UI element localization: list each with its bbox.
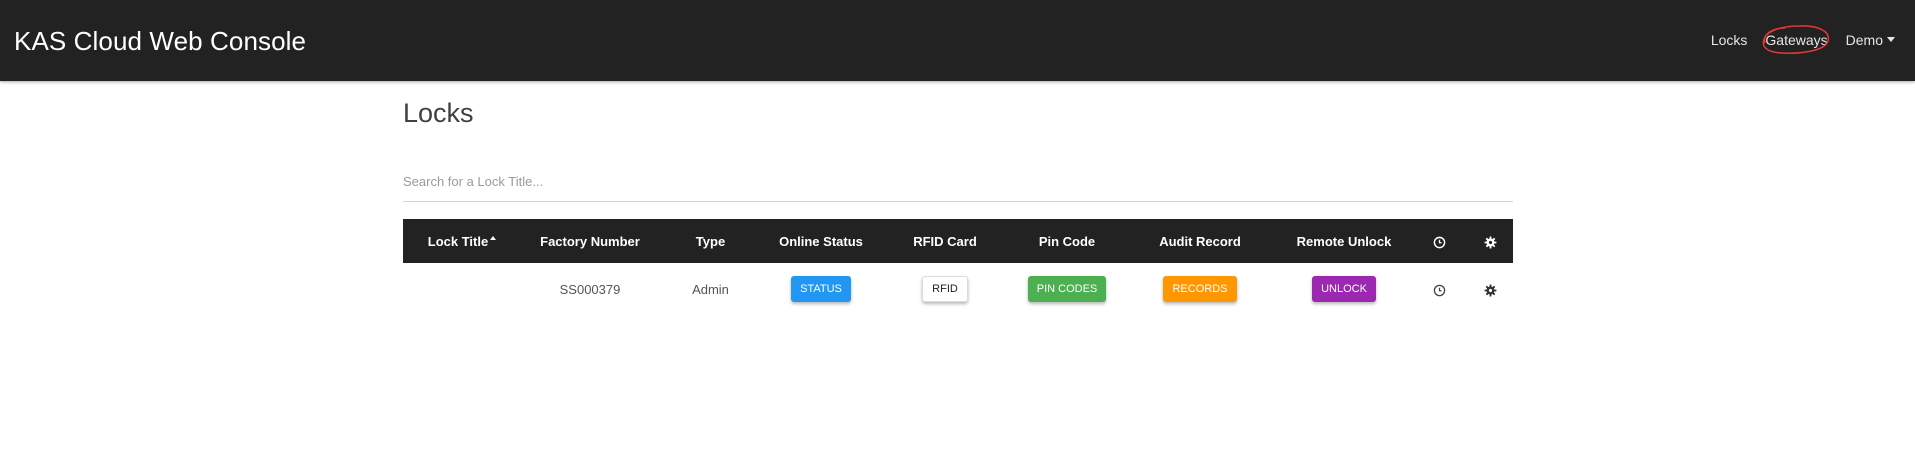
nav-link-locks[interactable]: Locks (1711, 32, 1748, 49)
col-header-audit-record: Audit Record (1159, 233, 1241, 249)
user-menu-dropdown[interactable]: Demo (1846, 32, 1895, 49)
history-button[interactable] (1412, 263, 1467, 315)
gear-icon (1484, 284, 1496, 296)
page-title: Locks (403, 98, 474, 128)
rfid-button[interactable]: RFID (922, 276, 968, 302)
unlock-button[interactable]: UNLOCK (1312, 276, 1376, 302)
cell-audit-record: RECORDS (1124, 263, 1276, 315)
locks-table: Lock Title Factory Number Type Online St… (403, 219, 1513, 315)
cell-lock-title (403, 263, 521, 315)
table-header-row: Lock Title Factory Number Type Online St… (403, 219, 1513, 263)
app-brand[interactable]: KAS Cloud Web Console (14, 26, 306, 56)
col-header-rfid-card: RFID Card (913, 233, 977, 249)
cell-type: Admin (692, 281, 729, 297)
col-header-online-status: Online Status (779, 233, 863, 249)
gear-icon (1484, 236, 1496, 248)
cell-online-status: STATUS (762, 263, 880, 315)
nav-link-gateways-label: Gateways (1765, 32, 1828, 48)
search-input[interactable] (403, 161, 1513, 202)
col-header-pin-code: Pin Code (1038, 233, 1096, 249)
clock-icon (1433, 236, 1446, 248)
col-header-history (1412, 219, 1467, 263)
col-header-factory-number: Factory Number (540, 233, 640, 249)
nav-links: Locks Gateways Demo (1711, 25, 1895, 54)
clock-icon (1433, 284, 1446, 296)
table-row: SS000379 Admin STATUS RFID PIN CODES REC… (403, 263, 1513, 315)
col-header-lock-title-label: Lock Title (427, 233, 489, 249)
col-header-settings (1467, 219, 1513, 263)
pin-codes-button[interactable]: PIN CODES (1027, 276, 1107, 302)
status-button[interactable]: STATUS (791, 276, 851, 302)
user-menu-label: Demo (1845, 32, 1883, 48)
col-header-type: Type (695, 233, 726, 249)
col-header-remote-unlock: Remote Unlock (1296, 233, 1392, 249)
settings-button[interactable] (1467, 263, 1513, 315)
records-button[interactable]: RECORDS (1163, 276, 1237, 302)
col-header-lock-title[interactable]: Lock Title (403, 219, 521, 263)
nav-link-gateways[interactable]: Gateways (1763, 25, 1830, 54)
top-navbar: KAS Cloud Web Console Locks Gateways Dem… (0, 0, 1915, 81)
cell-pin-code: PIN CODES (1010, 263, 1124, 315)
cell-rfid-card: RFID (880, 263, 1010, 315)
caret-down-icon (1887, 37, 1895, 42)
cell-remote-unlock: UNLOCK (1276, 263, 1412, 315)
sort-ascending-icon (490, 235, 497, 240)
cell-factory-number: SS000379 (559, 281, 621, 297)
